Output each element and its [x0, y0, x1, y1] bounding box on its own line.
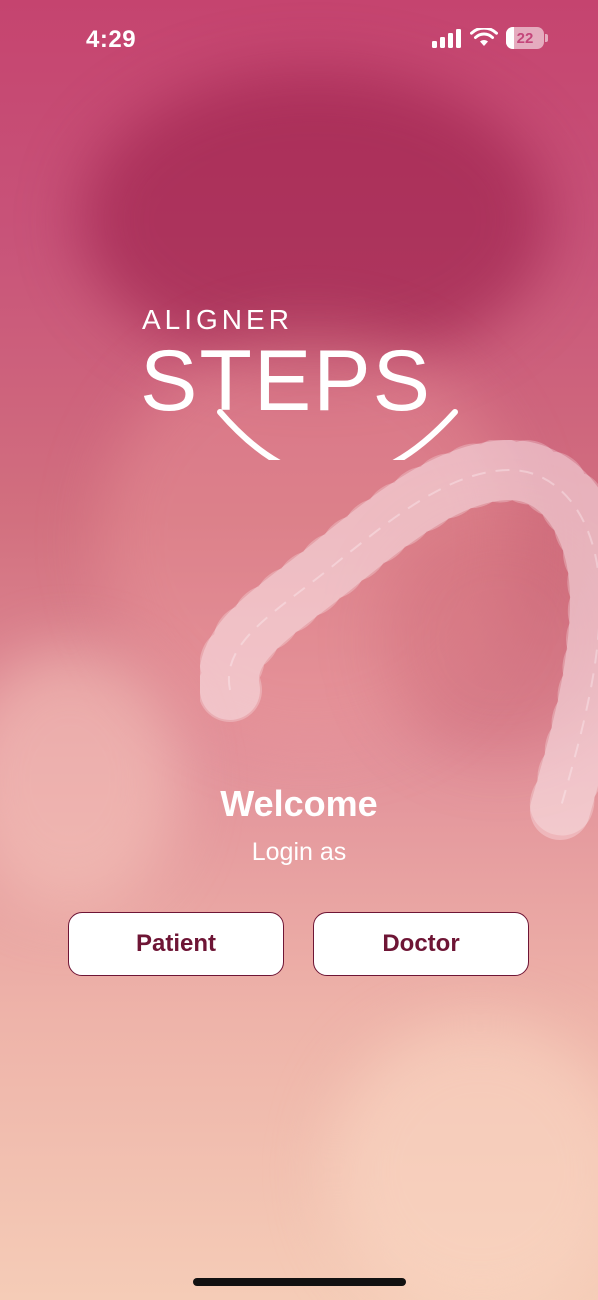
- battery-icon: 22: [506, 27, 544, 49]
- doctor-login-button[interactable]: Doctor: [313, 912, 529, 976]
- status-icons: 22: [432, 27, 548, 49]
- login-screen: 4:29 22 ALIGNER STEPS Welcome Login as P…: [0, 0, 598, 1300]
- battery-fill: [506, 27, 515, 49]
- status-time: 4:29: [86, 26, 137, 53]
- welcome-title: Welcome: [220, 783, 378, 824]
- battery-level: 22: [516, 29, 534, 47]
- home-indicator[interactable]: [193, 1278, 406, 1286]
- logo-top-text: ALIGNER: [142, 304, 293, 335]
- app-logo: ALIGNER STEPS: [140, 300, 470, 460]
- status-bar: 4:29 22: [0, 0, 598, 80]
- battery-nub: [545, 34, 548, 42]
- login-as-subtitle: Login as: [251, 838, 347, 866]
- wifi-icon: [470, 28, 498, 46]
- logo-smile-icon: [217, 409, 458, 460]
- patient-login-button[interactable]: Patient: [68, 912, 284, 976]
- signal-icon: [432, 29, 461, 48]
